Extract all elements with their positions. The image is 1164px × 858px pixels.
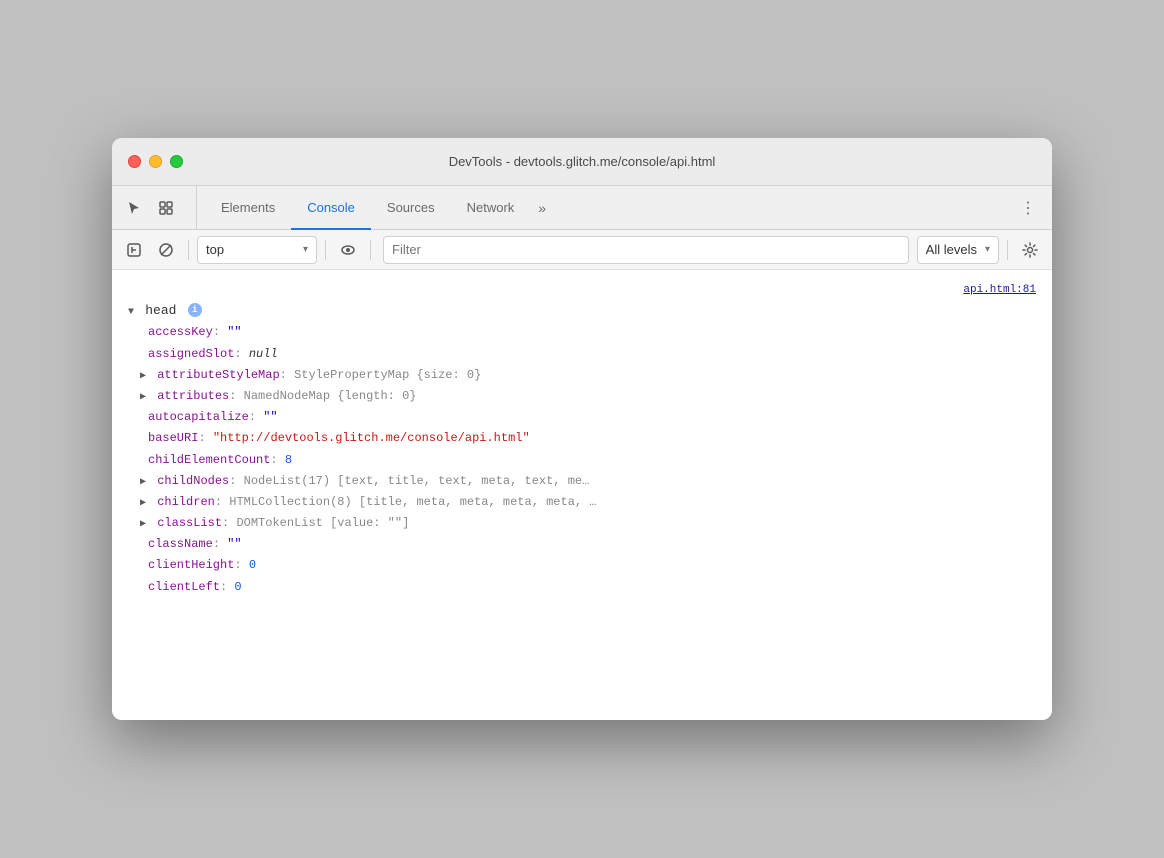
tabs-overflow-button[interactable]: ⋮ xyxy=(1012,186,1044,229)
prop-value-className: "" xyxy=(227,537,241,551)
tab-sources[interactable]: Sources xyxy=(371,187,451,230)
settings-button[interactable] xyxy=(1016,236,1044,264)
devtools-window: DevTools - devtools.glitch.me/console/ap… xyxy=(112,138,1052,720)
head-row: head i xyxy=(112,300,1052,323)
prop-name-assignedSlot: assignedSlot xyxy=(148,347,234,361)
prop-value-classList: DOMTokenList [value: ""] xyxy=(236,516,409,530)
filter-input[interactable] xyxy=(383,236,909,264)
prop-name-className: className xyxy=(148,537,213,551)
source-link[interactable]: api.html:81 xyxy=(963,280,1044,300)
head-expand-arrow[interactable] xyxy=(128,305,134,321)
toolbar-divider-1 xyxy=(188,240,189,260)
tabs-more-button[interactable]: » xyxy=(530,186,554,229)
prop-value-assignedSlot: null xyxy=(249,347,278,361)
prop-value-attributes: NamedNodeMap {length: 0} xyxy=(244,389,417,403)
prop-value-autocapitalize: "" xyxy=(263,410,277,424)
prop-row-baseURI: baseURI: "http://devtools.glitch.me/cons… xyxy=(112,428,1052,449)
title-bar: DevTools - devtools.glitch.me/console/ap… xyxy=(112,138,1052,186)
prop-value-clientLeft: 0 xyxy=(234,580,241,594)
classList-expand-arrow[interactable] xyxy=(140,517,146,533)
prop-name-childNodes: childNodes xyxy=(157,474,229,488)
eye-icon[interactable] xyxy=(334,236,362,264)
console-source-link-row: api.html:81 xyxy=(112,278,1052,282)
info-badge[interactable]: i xyxy=(188,303,202,317)
console-toolbar: top ▾ All levels ▾ xyxy=(112,230,1052,270)
minimize-button[interactable] xyxy=(149,155,162,168)
prop-value-clientHeight: 0 xyxy=(249,558,256,572)
maximize-button[interactable] xyxy=(170,155,183,168)
console-output: api.html:81 head i accessKey: "" assigne… xyxy=(112,270,1052,720)
prop-name-attributeStyleMap: attributeStyleMap xyxy=(157,368,279,382)
tab-elements[interactable]: Elements xyxy=(205,187,291,230)
levels-arrow-icon: ▾ xyxy=(985,244,990,255)
prop-row-className: className: "" xyxy=(112,534,1052,555)
prop-row-clientHeight: clientHeight: 0 xyxy=(112,555,1052,576)
prop-name-childElementCount: childElementCount xyxy=(148,453,270,467)
prop-name-children: children xyxy=(157,495,215,509)
prop-value-baseURI: "http://devtools.glitch.me/console/api.h… xyxy=(213,431,530,445)
levels-selector[interactable]: All levels ▾ xyxy=(917,236,999,264)
close-button[interactable] xyxy=(128,155,141,168)
head-label: head xyxy=(145,303,176,318)
prop-row-assignedSlot: assignedSlot: null xyxy=(112,344,1052,365)
prop-value-attributeStyleMap: StylePropertyMap {size: 0} xyxy=(294,368,481,382)
prop-row-attributes: attributes: NamedNodeMap {length: 0} xyxy=(112,386,1052,407)
prop-row-children: children: HTMLCollection(8) [title, meta… xyxy=(112,492,1052,513)
cursor-icon[interactable] xyxy=(120,194,148,222)
tabs-bar: Elements Console Sources Network » ⋮ xyxy=(112,186,1052,230)
toolbar-divider-4 xyxy=(1007,240,1008,260)
context-arrow-icon: ▾ xyxy=(303,244,308,255)
prop-name-classList: classList xyxy=(157,516,222,530)
clear-button[interactable] xyxy=(152,236,180,264)
children-expand-arrow[interactable] xyxy=(140,496,146,512)
prop-name-attributes: attributes xyxy=(157,389,229,403)
traffic-lights xyxy=(128,155,183,168)
toolbar-divider-2 xyxy=(325,240,326,260)
context-selector[interactable]: top ▾ xyxy=(197,236,317,264)
toolbar-divider-3 xyxy=(370,240,371,260)
tabs-nav: Elements Console Sources Network » xyxy=(205,186,1012,229)
prop-row-childElementCount: childElementCount: 8 xyxy=(112,450,1052,471)
prop-row-autocapitalize: autocapitalize: "" xyxy=(112,407,1052,428)
prop-name-accessKey: accessKey xyxy=(148,325,213,339)
prop-name-clientLeft: clientLeft xyxy=(148,580,220,594)
prop-row-classList: classList: DOMTokenList [value: ""] xyxy=(112,513,1052,534)
prop-row-attributeStyleMap: attributeStyleMap: StylePropertyMap {siz… xyxy=(112,365,1052,386)
prop-value-accessKey: "" xyxy=(227,325,241,339)
childNodes-expand-arrow[interactable] xyxy=(140,475,146,491)
prop-name-autocapitalize: autocapitalize xyxy=(148,410,249,424)
prop-name-clientHeight: clientHeight xyxy=(148,558,234,572)
prop-name-baseURI: baseURI xyxy=(148,431,198,445)
attributes-expand-arrow[interactable] xyxy=(140,390,146,406)
inspect-icon[interactable] xyxy=(152,194,180,222)
attributeStyleMap-expand-arrow[interactable] xyxy=(140,369,146,385)
prop-value-children: HTMLCollection(8) [title, meta, meta, me… xyxy=(229,495,596,509)
execute-button[interactable] xyxy=(120,236,148,264)
prop-value-childElementCount: 8 xyxy=(285,453,292,467)
prop-row-accessKey: accessKey: "" xyxy=(112,322,1052,343)
tab-icons xyxy=(120,186,197,229)
tab-network[interactable]: Network xyxy=(451,187,531,230)
prop-row-childNodes: childNodes: NodeList(17) [text, title, t… xyxy=(112,471,1052,492)
window-title: DevTools - devtools.glitch.me/console/ap… xyxy=(449,154,716,169)
prop-value-childNodes: NodeList(17) [text, title, text, meta, t… xyxy=(244,474,590,488)
prop-row-clientLeft: clientLeft: 0 xyxy=(112,577,1052,598)
tab-console[interactable]: Console xyxy=(291,187,371,230)
